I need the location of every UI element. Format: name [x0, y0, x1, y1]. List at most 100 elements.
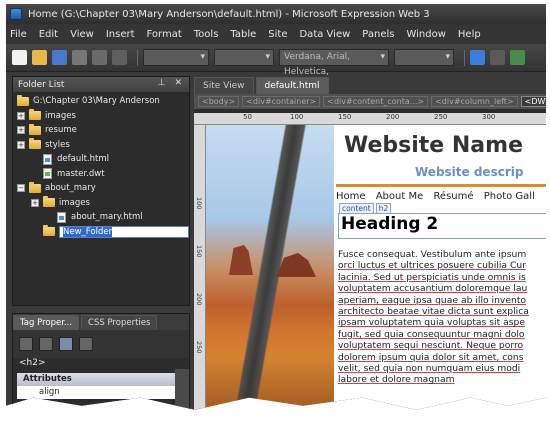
- folder-icon: [29, 109, 41, 121]
- show-set-properties-icon[interactable]: [59, 337, 73, 351]
- font-family-select[interactable]: Verdana, Arial, Helvetica,: [279, 49, 389, 77]
- selected-text: New_Folder: [63, 226, 113, 237]
- application-window: Home (G:\Chapter 03\Mary Anderson\defaul…: [6, 4, 546, 410]
- menu-file[interactable]: File: [10, 29, 27, 40]
- nav-divider: [336, 184, 546, 187]
- menu-table[interactable]: Table: [230, 29, 256, 40]
- style-select[interactable]: [143, 49, 209, 66]
- menu-site[interactable]: Site: [268, 29, 287, 40]
- folder-tree-label: G:\Chapter 03\Mary Anderson: [33, 96, 160, 107]
- ruler-label: 300: [482, 113, 496, 121]
- document-tabs: Site View default.html: [194, 76, 546, 94]
- panel-pin-close-icon[interactable]: ⊥ ✕: [158, 78, 185, 88]
- ruler-label: 200: [386, 113, 400, 121]
- save-icon[interactable]: [52, 50, 67, 65]
- nav-home[interactable]: Home: [336, 191, 366, 202]
- folder-icon: [17, 94, 29, 106]
- folder-list-panel: Folder List ⊥ ✕ G:\Chapter 03\Mary Ander…: [12, 76, 190, 306]
- body-text-line: architecto beatae vitae dicta sunt expli…: [338, 306, 529, 318]
- menu-insert[interactable]: Insert: [106, 29, 135, 40]
- print-icon[interactable]: [72, 50, 87, 65]
- heading-2[interactable]: Heading 2: [338, 213, 546, 239]
- attributes-section-header[interactable]: Attributes: [17, 373, 185, 386]
- folder-tree-label: default.html: [57, 154, 109, 165]
- folder-tree: G:\Chapter 03\Mary Anderson + images + resum…: [13, 92, 189, 239]
- folder-tree-item[interactable]: about_mary.html: [13, 210, 189, 225]
- undo-icon[interactable]: [470, 50, 485, 65]
- folder-tree-label: master.dwt: [57, 168, 105, 179]
- ruler-label: 100: [195, 197, 203, 210]
- style-application-select[interactable]: [214, 49, 274, 66]
- folder-tree-item[interactable]: + images: [13, 109, 189, 124]
- expression-web-icon: [10, 8, 22, 20]
- editing-window: Site View default.html <body> <div#conta…: [194, 76, 546, 410]
- body-paragraph[interactable]: Fusce consequat. Vestibulum ante ipsum or…: [338, 249, 546, 386]
- folder-tree-item[interactable]: New_Folder: [13, 225, 189, 240]
- menu-panels[interactable]: Panels: [362, 29, 394, 40]
- panel-scrollbar[interactable]: [175, 369, 189, 410]
- folder-tree-item[interactable]: master.dwt: [13, 167, 189, 182]
- folder-tree-item[interactable]: default.html: [13, 152, 189, 167]
- menu-format[interactable]: Format: [147, 29, 182, 40]
- menu-bar: File Edit View Insert Format Tools Table…: [6, 24, 546, 44]
- body-text-line: orci luctus et ultrices posuere cubilia …: [338, 260, 526, 272]
- current-tag-label: <h2>: [19, 358, 46, 368]
- folder-tree-item[interactable]: G:\Chapter 03\Mary Anderson: [13, 94, 189, 109]
- ruler-label: 150: [338, 113, 352, 121]
- rename-folder-input[interactable]: New_Folder: [59, 225, 189, 238]
- crumb-body[interactable]: <body>: [198, 96, 240, 107]
- expand-icon[interactable]: +: [17, 126, 25, 135]
- menu-data-view[interactable]: Data View: [299, 29, 350, 40]
- menu-tools[interactable]: Tools: [194, 29, 219, 40]
- folder-icon: [29, 138, 41, 150]
- open-folder-icon[interactable]: [32, 50, 47, 65]
- tab-site-view[interactable]: Site View: [194, 77, 254, 94]
- preview-in-browser-icon[interactable]: [510, 50, 525, 65]
- nav-about-me[interactable]: About Me: [376, 191, 424, 202]
- alphabetical-sort-icon[interactable]: [39, 337, 53, 351]
- menu-help[interactable]: Help: [458, 29, 481, 40]
- folder-icon: [43, 225, 55, 237]
- folder-tree-label: about_mary: [45, 183, 96, 194]
- html-file-icon: [43, 153, 52, 165]
- collapse-icon[interactable]: −: [17, 184, 25, 193]
- body-text-line: fugit, sed quia consequuntur magni dolo: [338, 328, 525, 340]
- folder-list-header: Folder List ⊥ ✕: [13, 77, 189, 92]
- tag-properties-toolbar: [13, 330, 189, 358]
- ruler-label: 250: [195, 341, 203, 354]
- menu-view[interactable]: View: [70, 29, 94, 40]
- preview-icon[interactable]: [112, 50, 127, 65]
- menu-edit[interactable]: Edit: [39, 29, 58, 40]
- attribute-row-align[interactable]: align: [17, 386, 185, 399]
- tab-css-properties[interactable]: CSS Properties: [81, 315, 158, 330]
- expand-icon[interactable]: +: [17, 111, 25, 120]
- new-page-icon[interactable]: [12, 50, 27, 65]
- folder-tree-item[interactable]: + styles: [13, 138, 189, 153]
- ruler-label: 200: [195, 293, 203, 306]
- crumb-content-container[interactable]: <div#content_conta...>: [323, 96, 429, 107]
- folder-tree-item[interactable]: + images: [13, 196, 189, 211]
- folder-icon: [29, 123, 41, 135]
- menu-window[interactable]: Window: [406, 29, 445, 40]
- crumb-container[interactable]: <div#container>: [242, 96, 321, 107]
- properties-options-icon[interactable]: [79, 337, 93, 351]
- redo-icon[interactable]: [490, 50, 505, 65]
- design-view-page[interactable]: Website Name Website descrip Home About …: [206, 125, 546, 410]
- tab-default-html[interactable]: default.html: [255, 77, 329, 94]
- tab-tag-properties[interactable]: Tag Proper...: [13, 315, 80, 330]
- categorized-view-icon[interactable]: [19, 337, 33, 351]
- panel-tabs: Tag Proper... CSS Properties: [13, 314, 189, 330]
- publish-icon[interactable]: [92, 50, 107, 65]
- font-size-select[interactable]: [394, 49, 454, 66]
- nav-photo-gallery[interactable]: Photo Gall: [484, 191, 535, 202]
- title-bar: Home (G:\Chapter 03\Mary Anderson\defaul…: [6, 4, 546, 24]
- expand-icon[interactable]: +: [31, 198, 39, 207]
- crumb-dwt-editable[interactable]: <DWT:edita: [520, 96, 546, 107]
- expand-icon[interactable]: +: [17, 140, 25, 149]
- crumb-column-left[interactable]: <div#column_left>: [431, 96, 518, 107]
- nav-resume[interactable]: Résumé: [433, 191, 473, 202]
- folder-tree-item[interactable]: − about_mary: [13, 181, 189, 196]
- folder-tree-item[interactable]: + resume: [13, 123, 189, 138]
- ruler-label: 100: [290, 113, 304, 121]
- folder-tree-label: images: [59, 197, 90, 208]
